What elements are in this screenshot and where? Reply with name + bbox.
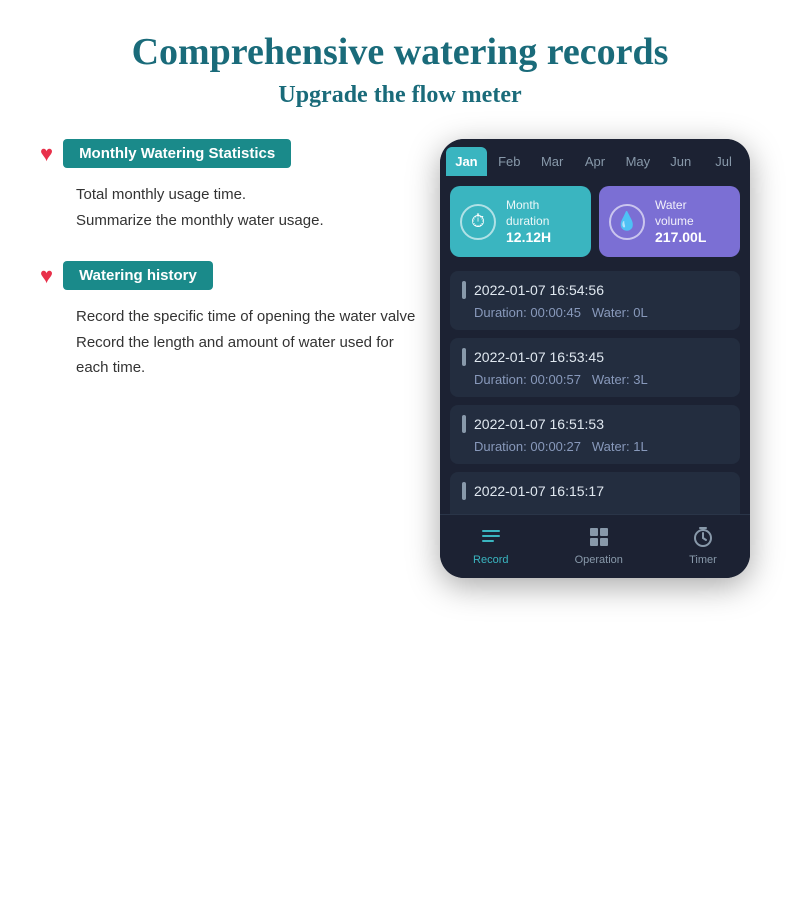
record-icon [477, 523, 505, 551]
time-bar-2 [462, 348, 466, 366]
tab-jul[interactable]: Jul [703, 147, 744, 176]
history-datetime-1: 2022-01-07 16:54:56 [462, 281, 728, 299]
record-label: Record [473, 554, 508, 566]
tab-mar[interactable]: Mar [532, 147, 573, 176]
tab-jun[interactable]: Jun [660, 147, 701, 176]
left-panel: ♥ Monthly Watering Statistics Total mont… [40, 139, 420, 409]
heart-icon-2: ♥ [40, 263, 53, 289]
bottom-nav: Record Operation [440, 514, 750, 578]
stat-card-volume: 💧 Watervolume 217.00L [599, 186, 740, 257]
stats-row: ⏱ Monthduration 12.12H 💧 Watervolume 217… [440, 176, 750, 267]
duration-icon: ⏱ [460, 204, 496, 240]
right-panel: Jan Feb Mar Apr May Jun Jul ⏱ Monthdurat… [440, 139, 760, 578]
timer-label: Timer [689, 554, 717, 566]
time-bar-3 [462, 415, 466, 433]
history-datetime-2: 2022-01-07 16:53:45 [462, 348, 728, 366]
subtitle: Upgrade the flow meter [40, 82, 760, 109]
phone-mockup: Jan Feb Mar Apr May Jun Jul ⏱ Monthdurat… [440, 139, 750, 578]
feature-header-2: ♥ Watering history [40, 261, 420, 290]
feature-watering-history: ♥ Watering history Record the specific t… [40, 261, 420, 381]
nav-timer[interactable]: Timer [689, 523, 717, 566]
history-datetime-4: 2022-01-07 16:15:17 [462, 482, 728, 500]
volume-value: 217.00L [655, 229, 706, 245]
page-container: Comprehensive watering records Upgrade t… [0, 0, 800, 901]
stat-card-duration: ⏱ Monthduration 12.12H [450, 186, 591, 257]
volume-label: Watervolume [655, 198, 706, 229]
watering-history-badge: Watering history [63, 261, 213, 290]
monthly-stats-description: Total monthly usage time. Summarize the … [40, 182, 420, 233]
heart-icon-1: ♥ [40, 141, 53, 167]
nav-operation[interactable]: Operation [575, 523, 623, 566]
history-details-1: Duration: 00:00:45 Water: 0L [462, 305, 728, 320]
feature-header-1: ♥ Monthly Watering Statistics [40, 139, 420, 168]
history-list: 2022-01-07 16:54:56 Duration: 00:00:45 W… [440, 267, 750, 514]
duration-label: Monthduration [506, 198, 551, 229]
stat-text-duration: Monthduration 12.12H [506, 198, 551, 245]
history-item-3: 2022-01-07 16:51:53 Duration: 00:00:27 W… [450, 405, 740, 464]
month-tabs: Jan Feb Mar Apr May Jun Jul [440, 139, 750, 176]
feature-monthly-stats: ♥ Monthly Watering Statistics Total mont… [40, 139, 420, 233]
volume-icon: 💧 [609, 204, 645, 240]
nav-record[interactable]: Record [473, 523, 508, 566]
operation-label: Operation [575, 554, 623, 566]
watering-history-description: Record the specific time of opening the … [40, 304, 420, 381]
operation-icon [585, 523, 613, 551]
content-area: ♥ Monthly Watering Statistics Total mont… [40, 139, 760, 578]
history-item-1: 2022-01-07 16:54:56 Duration: 00:00:45 W… [450, 271, 740, 330]
tab-apr[interactable]: Apr [575, 147, 616, 176]
tab-jan[interactable]: Jan [446, 147, 487, 176]
history-datetime-3: 2022-01-07 16:51:53 [462, 415, 728, 433]
main-title: Comprehensive watering records [40, 30, 760, 74]
history-details-2: Duration: 00:00:57 Water: 3L [462, 372, 728, 387]
tab-may[interactable]: May [617, 147, 658, 176]
monthly-stats-badge: Monthly Watering Statistics [63, 139, 291, 168]
time-bar-1 [462, 281, 466, 299]
timer-icon [689, 523, 717, 551]
tab-feb[interactable]: Feb [489, 147, 530, 176]
duration-value: 12.12H [506, 229, 551, 245]
history-item-2: 2022-01-07 16:53:45 Duration: 00:00:57 W… [450, 338, 740, 397]
history-details-3: Duration: 00:00:27 Water: 1L [462, 439, 728, 454]
history-item-4-partial: 2022-01-07 16:15:17 [450, 472, 740, 514]
stat-text-volume: Watervolume 217.00L [655, 198, 706, 245]
time-bar-4 [462, 482, 466, 500]
